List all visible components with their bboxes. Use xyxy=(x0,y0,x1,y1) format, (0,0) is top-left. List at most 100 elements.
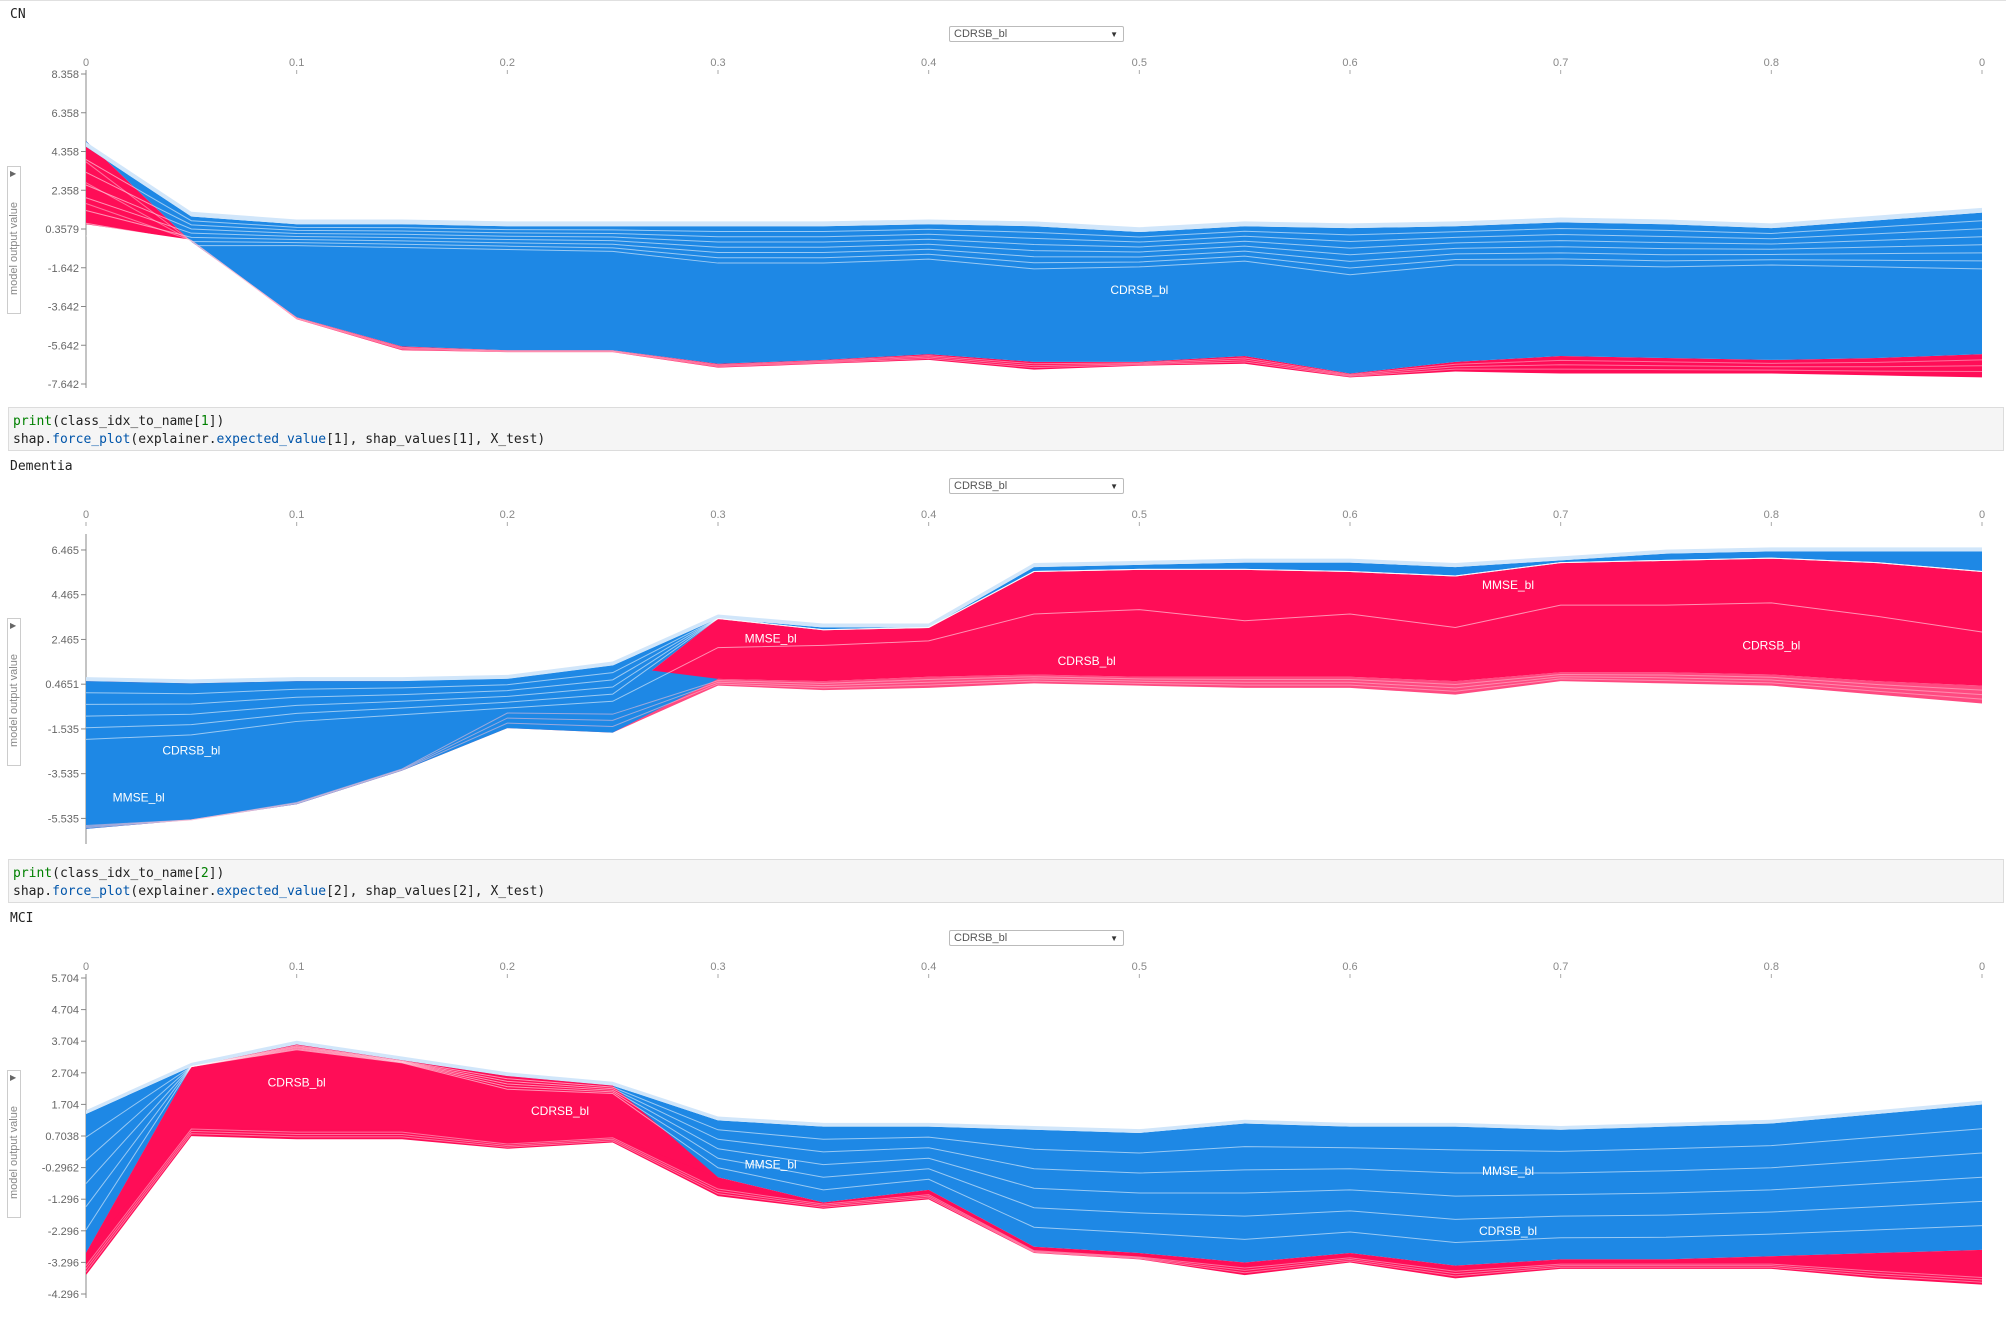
feature-dropdown-dementia[interactable]: CDRSB_bl ▼ xyxy=(949,478,1124,494)
chevron-down-icon: ▼ xyxy=(1110,30,1118,39)
x-tick-label: 0 xyxy=(83,509,89,521)
y-tick-label: 0.7038 xyxy=(45,1131,79,1143)
y-tick-label: 4.704 xyxy=(51,1005,79,1017)
x-tick-label: 0.2 xyxy=(500,57,515,69)
expand-triangle-icon: ▶ xyxy=(10,621,17,630)
feature-label: CDRSB_bl xyxy=(531,1104,589,1118)
code-token: [1], shap_values[1], X_test) xyxy=(326,432,546,447)
x-tick-label: 0.5 xyxy=(1132,509,1147,521)
code-token: print xyxy=(13,414,53,429)
code-line-2: shap.force_plot(explainer.expected_value… xyxy=(13,884,545,899)
feature-label: CDRSB_bl xyxy=(268,1075,326,1089)
feature-label: CDRSB_bl xyxy=(1479,1224,1537,1238)
chart-svg: 0 0.1 0.2 0.3 0.4 0.5 0.6 0.7 0.8 0 6.465 4.465 2.46… xyxy=(45,509,1985,844)
y-tick-label: 6.358 xyxy=(51,108,79,120)
x-tick-label: 0.8 xyxy=(1764,509,1779,521)
top-divider xyxy=(0,0,2006,1)
code-token: shap. xyxy=(13,884,53,899)
x-tick-label: 0 xyxy=(1979,509,1985,521)
code-token: [2], shap_values[2], X_test) xyxy=(326,884,546,899)
x-tick-label: 0.7 xyxy=(1553,57,1568,69)
feature-label: MMSE_bl xyxy=(113,790,165,804)
x-tick-label: 0 xyxy=(1979,961,1985,973)
y-tick-label: 2.358 xyxy=(51,185,79,197)
code-cell-1[interactable]: print(class_idx_to_name[1]) shap.force_p… xyxy=(8,407,2004,451)
x-tick-label: 0.3 xyxy=(710,57,725,69)
y-tick-label: 4.358 xyxy=(51,147,79,159)
expand-triangle-icon: ▶ xyxy=(10,1073,17,1082)
code-token: shap. xyxy=(13,432,53,447)
y-tick-label: -3.642 xyxy=(48,302,79,314)
y-tick-label: -5.535 xyxy=(48,813,79,825)
code-line-1: print(class_idx_to_name[1]) xyxy=(13,414,224,429)
feature-label: MMSE_bl xyxy=(1482,578,1534,592)
feature-label: CDRSB_bl xyxy=(1110,283,1168,297)
y-tick-label: -3.296 xyxy=(48,1257,79,1269)
x-tick-label: 0.6 xyxy=(1342,57,1357,69)
y-tick-label: -1.296 xyxy=(48,1194,79,1206)
x-tick-label: 0 xyxy=(83,57,89,69)
y-axis-label: model output value xyxy=(8,202,20,296)
y-tick-label: 8.358 xyxy=(51,69,79,81)
chevron-down-icon: ▼ xyxy=(1110,934,1118,943)
x-tick-label: 0.8 xyxy=(1764,961,1779,973)
feature-dropdown-mci[interactable]: CDRSB_bl ▼ xyxy=(949,930,1124,946)
x-tick-label: 0.6 xyxy=(1342,509,1357,521)
x-tick-label: 0.3 xyxy=(710,509,725,521)
negative-light-band xyxy=(86,141,1982,233)
y-tick-label: 0.4651 xyxy=(45,679,79,691)
force-plot-dementia: 0 0.1 0.2 0.3 0.4 0.5 0.6 0.7 0.8 0 6.465 4.465 2.46… xyxy=(0,468,2006,868)
feature-label: CDRSB_bl xyxy=(1742,638,1800,652)
x-tick-label: 0.2 xyxy=(500,509,515,521)
y-tick-label: -7.642 xyxy=(48,379,79,391)
y-tick-label: 3.704 xyxy=(51,1036,79,1048)
code-token: (class_idx_to_name[ xyxy=(52,866,201,881)
feature-dropdown-cn[interactable]: CDRSB_bl ▼ xyxy=(949,26,1124,42)
x-tick-label: 0.4 xyxy=(921,57,936,69)
x-tick-label: 0.4 xyxy=(921,961,936,973)
code-token: 2 xyxy=(200,866,209,881)
code-token: expected_value xyxy=(216,432,327,447)
feature-label: CDRSB_bl xyxy=(162,744,220,758)
x-tick-label: 0.2 xyxy=(500,961,515,973)
x-tick-label: 0.1 xyxy=(289,57,304,69)
code-line-2: shap.force_plot(explainer.expected_value… xyxy=(13,432,545,447)
x-tick-label: 0.5 xyxy=(1132,57,1147,69)
force-plot-cn: 0 0.1 0.2 0.3 0.4 0.5 0.6 0.7 0.8 0 8.358 6.358 4.35… xyxy=(0,16,2006,416)
x-tick-label: 0.1 xyxy=(289,961,304,973)
y-tick-label: 6.465 xyxy=(51,545,79,557)
code-token: force_plot xyxy=(52,432,131,447)
code-token: ]) xyxy=(208,866,225,881)
y-tick-label: 0.3579 xyxy=(45,224,79,236)
code-token: expected_value xyxy=(216,884,327,899)
code-cell-2[interactable]: print(class_idx_to_name[2]) shap.force_p… xyxy=(8,859,2004,903)
x-tick-label: 0 xyxy=(83,961,89,973)
x-tick-label: 0.7 xyxy=(1553,961,1568,973)
dropdown-value: CDRSB_bl xyxy=(954,932,1008,944)
y-tick-label: 2.465 xyxy=(51,634,79,646)
code-token: (class_idx_to_name[ xyxy=(52,414,201,429)
negative-left-band xyxy=(86,665,1982,829)
y-axis-side-panel[interactable]: ▶ model output value xyxy=(7,618,21,766)
chart-svg: 0 0.1 0.2 0.3 0.4 0.5 0.6 0.7 0.8 0 8.358 6.358 4.35… xyxy=(45,57,1985,391)
chart-svg: 0 0.1 0.2 0.3 0.4 0.5 0.6 0.7 0.8 0 5.704 4.704 3.70… xyxy=(42,961,1985,1301)
x-tick-label: 0.1 xyxy=(289,509,304,521)
dropdown-value: CDRSB_bl xyxy=(954,480,1008,492)
dropdown-value: CDRSB_bl xyxy=(954,28,1008,40)
code-token: (explainer. xyxy=(130,432,217,447)
y-axis-side-panel[interactable]: ▶ model output value xyxy=(7,166,21,314)
chevron-down-icon: ▼ xyxy=(1110,482,1118,491)
y-axis-side-panel[interactable]: ▶ model output value xyxy=(7,1070,21,1218)
y-tick-label: -1.642 xyxy=(48,263,79,275)
x-tick-label: 0.3 xyxy=(710,961,725,973)
code-token: print xyxy=(13,866,53,881)
x-tick-label: 0.4 xyxy=(921,509,936,521)
x-tick-label: 0.8 xyxy=(1764,57,1779,69)
y-tick-label: -5.642 xyxy=(48,340,79,352)
force-plot-mci: 0 0.1 0.2 0.3 0.4 0.5 0.6 0.7 0.8 0 5.704 4.704 3.70… xyxy=(0,920,2006,1320)
code-token: 1 xyxy=(200,414,209,429)
x-tick-label: 0.6 xyxy=(1342,961,1357,973)
x-tick-label: 0.7 xyxy=(1553,509,1568,521)
code-token: ]) xyxy=(208,414,225,429)
y-axis-label: model output value xyxy=(8,1106,20,1200)
